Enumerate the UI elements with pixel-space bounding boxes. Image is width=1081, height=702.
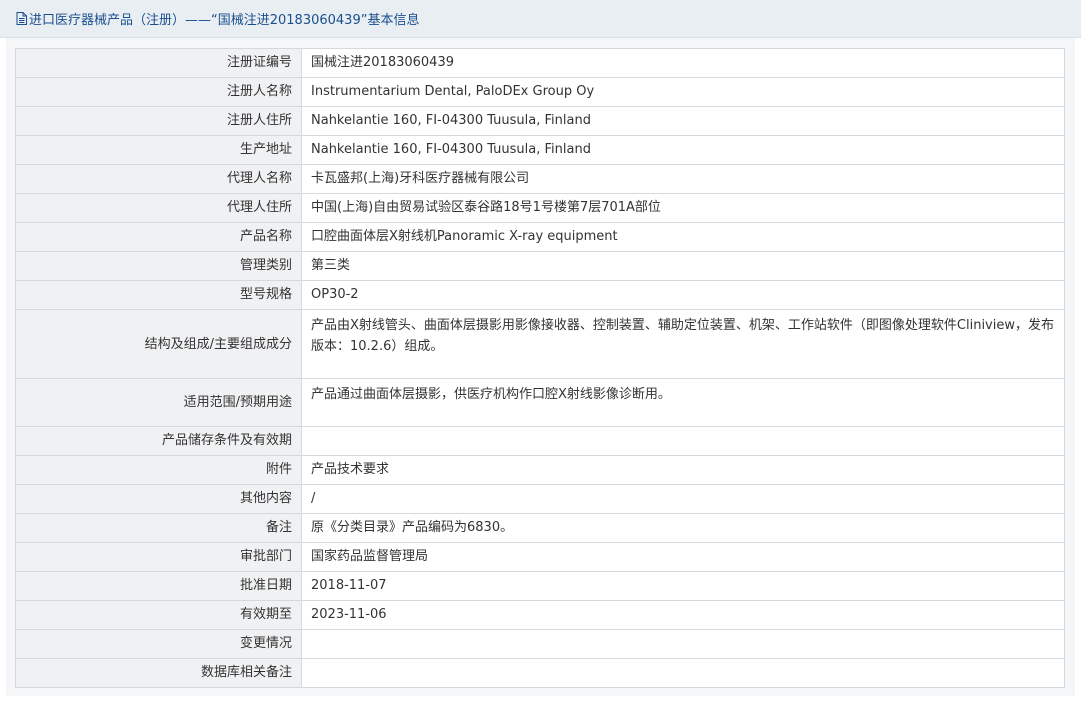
table-row: 型号规格 OP30-2 bbox=[15, 280, 1065, 310]
row-label: 管理类别 bbox=[15, 251, 302, 281]
page: 进口医疗器械产品（注册）——“国械注进20183060439”基本信息 注册证编… bbox=[0, 0, 1081, 702]
row-value: 第三类 bbox=[301, 251, 1065, 281]
row-label: 注册人名称 bbox=[15, 77, 302, 107]
document-icon bbox=[16, 12, 27, 25]
row-label: 代理人名称 bbox=[15, 164, 302, 194]
row-value: Instrumentarium Dental, PaloDEx Group Oy bbox=[301, 77, 1065, 107]
row-value: 2018-11-07 bbox=[301, 571, 1065, 601]
row-label: 有效期至 bbox=[15, 600, 302, 630]
row-label: 产品名称 bbox=[15, 222, 302, 252]
row-label: 审批部门 bbox=[15, 542, 302, 572]
table-row: 批准日期 2018-11-07 bbox=[15, 571, 1065, 601]
row-label: 代理人住所 bbox=[15, 193, 302, 223]
row-value: 卡瓦盛邦(上海)牙科医疗器械有限公司 bbox=[301, 164, 1065, 194]
row-value: OP30-2 bbox=[301, 280, 1065, 310]
row-label: 生产地址 bbox=[15, 135, 302, 165]
page-title: 进口医疗器械产品（注册）——“国械注进20183060439”基本信息 bbox=[16, 9, 419, 28]
table-row: 生产地址 Nahkelantie 160, FI-04300 Tuusula, … bbox=[15, 135, 1065, 165]
row-value: Nahkelantie 160, FI-04300 Tuusula, Finla… bbox=[301, 135, 1065, 165]
info-panel: 注册证编号 国械注进20183060439 注册人名称 Instrumentar… bbox=[6, 38, 1075, 696]
table-row: 附件 产品技术要求 bbox=[15, 455, 1065, 485]
table-row: 变更情况 bbox=[15, 629, 1065, 659]
row-value: 中国(上海)自由贸易试验区泰谷路18号1号楼第7层701A部位 bbox=[301, 193, 1065, 223]
row-value: 产品通过曲面体层摄影，供医疗机构作口腔X射线影像诊断用。 bbox=[301, 378, 1065, 427]
info-table: 注册证编号 国械注进20183060439 注册人名称 Instrumentar… bbox=[15, 48, 1065, 688]
table-row: 注册人住所 Nahkelantie 160, FI-04300 Tuusula,… bbox=[15, 106, 1065, 136]
row-value: 产品由X射线管头、曲面体层摄影用影像接收器、控制装置、辅助定位装置、机架、工作站… bbox=[301, 309, 1065, 379]
row-value: 产品技术要求 bbox=[301, 455, 1065, 485]
table-row: 管理类别 第三类 bbox=[15, 251, 1065, 281]
row-label: 附件 bbox=[15, 455, 302, 485]
table-row: 备注 原《分类目录》产品编码为6830。 bbox=[15, 513, 1065, 543]
table-row: 审批部门 国家药品监督管理局 bbox=[15, 542, 1065, 572]
table-row: 注册人名称 Instrumentarium Dental, PaloDEx Gr… bbox=[15, 77, 1065, 107]
row-label: 产品储存条件及有效期 bbox=[15, 426, 302, 456]
header-bar: 进口医疗器械产品（注册）——“国械注进20183060439”基本信息 bbox=[0, 0, 1081, 38]
row-label: 批准日期 bbox=[15, 571, 302, 601]
table-row: 产品储存条件及有效期 bbox=[15, 426, 1065, 456]
row-value: 国家药品监督管理局 bbox=[301, 542, 1065, 572]
row-label: 结构及组成/主要组成成分 bbox=[15, 309, 302, 379]
table-row: 有效期至 2023-11-06 bbox=[15, 600, 1065, 630]
row-label: 其他内容 bbox=[15, 484, 302, 514]
table-row: 代理人住所 中国(上海)自由贸易试验区泰谷路18号1号楼第7层701A部位 bbox=[15, 193, 1065, 223]
row-label: 备注 bbox=[15, 513, 302, 543]
row-label: 变更情况 bbox=[15, 629, 302, 659]
table-row: 产品名称 口腔曲面体层X射线机Panoramic X-ray equipment bbox=[15, 222, 1065, 252]
row-label: 数据库相关备注 bbox=[15, 658, 302, 688]
row-value bbox=[301, 629, 1065, 659]
row-value: Nahkelantie 160, FI-04300 Tuusula, Finla… bbox=[301, 106, 1065, 136]
row-label: 注册证编号 bbox=[15, 48, 302, 78]
table-row: 结构及组成/主要组成成分 产品由X射线管头、曲面体层摄影用影像接收器、控制装置、… bbox=[15, 309, 1065, 379]
row-value bbox=[301, 426, 1065, 456]
row-label: 注册人住所 bbox=[15, 106, 302, 136]
table-row: 其他内容 / bbox=[15, 484, 1065, 514]
row-value: 原《分类目录》产品编码为6830。 bbox=[301, 513, 1065, 543]
row-label: 适用范围/预期用途 bbox=[15, 378, 302, 427]
row-value: 2023-11-06 bbox=[301, 600, 1065, 630]
row-value: / bbox=[301, 484, 1065, 514]
row-value: 口腔曲面体层X射线机Panoramic X-ray equipment bbox=[301, 222, 1065, 252]
header-title-text: 进口医疗器械产品（注册）——“国械注进20183060439”基本信息 bbox=[29, 13, 420, 28]
table-row: 数据库相关备注 bbox=[15, 658, 1065, 688]
table-row: 注册证编号 国械注进20183060439 bbox=[15, 48, 1065, 78]
row-label: 型号规格 bbox=[15, 280, 302, 310]
table-row: 代理人名称 卡瓦盛邦(上海)牙科医疗器械有限公司 bbox=[15, 164, 1065, 194]
row-value bbox=[301, 658, 1065, 688]
table-row: 适用范围/预期用途 产品通过曲面体层摄影，供医疗机构作口腔X射线影像诊断用。 bbox=[15, 378, 1065, 427]
row-value: 国械注进20183060439 bbox=[301, 48, 1065, 78]
